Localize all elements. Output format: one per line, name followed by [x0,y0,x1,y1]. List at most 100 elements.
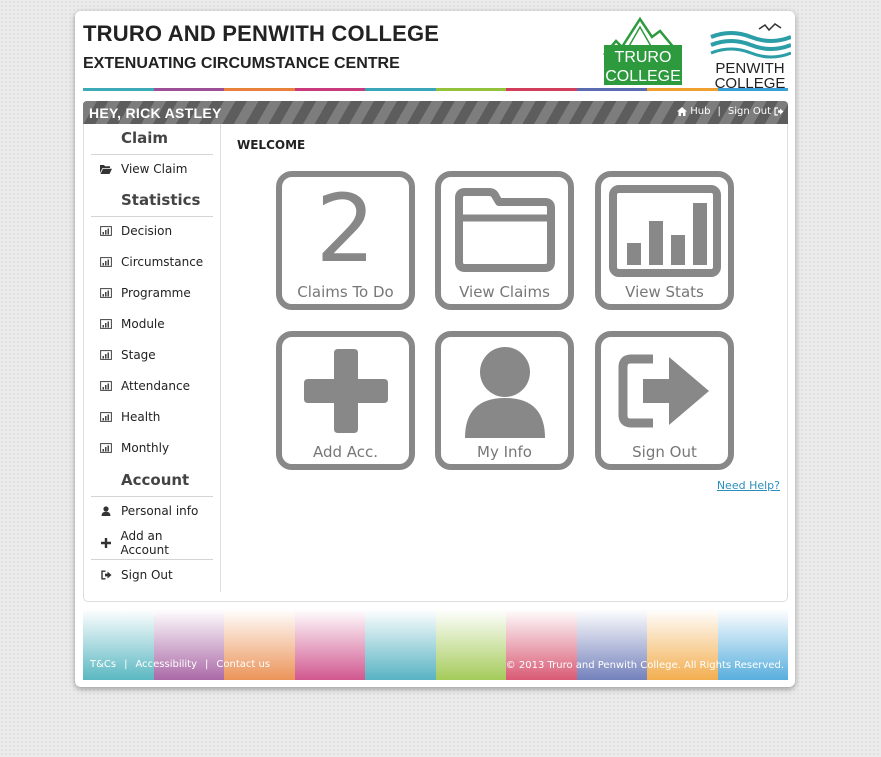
sidebar-item-label: Add an Account [120,529,169,557]
header-signout-label: Sign Out [727,106,771,117]
main-panel: Claim View Claim Statistics Account Pers… [83,124,788,602]
sidebar-item-circumstance[interactable]: Circumstance [91,251,213,273]
sidebar-item-attendance[interactable]: Attendance [91,375,213,397]
sidebar-item-label: Decision [121,224,173,238]
footer-link-terms[interactable]: T&Cs [90,659,116,670]
sidebar-item-label: View Claim [121,162,188,176]
sidebar-item-health[interactable]: Health [91,406,213,428]
sidebar-item-module[interactable]: Module [91,313,213,335]
sidebar-item-personal-info[interactable]: Personal info [91,500,213,522]
tile-label: Add Acc. [312,443,379,461]
sidebar-heading-statistics: Statistics [121,191,201,209]
main-content: WELCOME 2 Claims To Do View Claims View … [221,124,788,601]
stripe-segment [717,88,788,91]
sign-out-icon [774,107,784,116]
sidebar-item-decision[interactable]: Decision [91,220,213,242]
stripe-segment [365,88,436,91]
logo-college-text: COLLEGE [605,68,681,85]
sidebar-item-monthly[interactable]: Monthly [91,437,213,459]
page-container: TRURO AND PENWITH COLLEGE EXTENUATING CI… [75,11,795,687]
stripe-segment [83,88,154,91]
user-icon [91,506,121,516]
sidebar-item-label: Stage [121,348,156,362]
site-subtitle: EXTENUATING CIRCUMSTANCE CENTRE [83,55,400,72]
tile-label: Sign Out [632,443,697,461]
bar-chart-icon [91,288,121,298]
logo-truro-text: TRURO [615,49,672,66]
header-signout-link[interactable]: Sign Out [728,106,784,117]
sidebar-divider [91,559,213,560]
sidebar-item-label: Attendance [121,379,190,393]
stripe-segment [576,88,647,91]
user-bar: HEY, RICK ASTLEY Hub | Sign Out [83,101,788,124]
tile-label: View Claims [459,283,550,301]
sidebar-heading-claim: Claim [121,129,169,147]
view-stats-tile[interactable]: View Stats [595,171,734,310]
bar-chart-icon [91,319,121,329]
sidebar-divider [91,154,213,155]
user-greeting: HEY, RICK ASTLEY [89,105,222,121]
hub-link[interactable]: Hub [677,106,711,117]
stripe-segment [647,88,718,91]
bar-chart-icon [91,381,121,391]
footer-separator: | [205,659,209,670]
folder-icon [454,188,555,272]
footer-color-column [365,609,436,680]
penwith-college-logo[interactable]: PENWITH COLLEGE [709,19,791,89]
folder-open-icon [91,164,121,174]
home-icon [677,107,688,116]
need-help-link[interactable]: Need Help? [717,479,780,492]
sidebar-item-view-claim[interactable]: View Claim [91,158,213,180]
hub-link-label: Hub [690,106,711,117]
plus-icon [303,349,388,433]
bar-chart-icon [608,185,721,277]
footer-links: T&Cs | Accessibility | Contact us [90,659,270,670]
sidebar-item-add-account[interactable]: Add an Account [91,529,213,557]
bar-chart-icon [91,412,121,422]
sidebar-item-stage[interactable]: Stage [91,344,213,366]
sign-out-icon [618,354,709,428]
my-info-tile[interactable]: My Info [435,331,574,470]
sidebar-item-programme[interactable]: Programme [91,282,213,304]
footer-color-column [294,609,365,680]
sidebar-item-label: Monthly [121,441,170,455]
plus-icon [91,538,120,548]
stripe-segment [506,88,577,91]
footer-color-column [435,609,506,680]
sidebar-item-label: Health [121,410,161,424]
view-claims-tile[interactable]: View Claims [435,171,574,310]
header-color-stripe [83,88,788,91]
footer-separator: | [124,659,128,670]
claims-to-do-tile[interactable]: 2 Claims To Do [276,171,415,310]
bar-chart-icon [91,257,121,267]
bar-chart-icon [91,443,121,453]
sign-out-icon [91,570,121,580]
add-account-tile[interactable]: Add Acc. [276,331,415,470]
sidebar-heading-account: Account [121,471,190,489]
sidebar-item-label: Module [121,317,165,331]
welcome-heading: WELCOME [237,138,306,152]
tile-label: Claims To Do [297,283,394,301]
tile-label: View Stats [625,283,704,301]
user-nav: Hub | Sign Out [677,106,784,117]
sidebar-item-label: Sign Out [121,568,173,582]
bar-chart-icon [91,350,121,360]
footer-link-accessibility[interactable]: Accessibility [135,659,197,670]
truro-college-logo[interactable]: TRURO COLLEGE [602,15,684,89]
logo-penwith-college-text: COLLEGE [715,75,786,89]
nav-separator: | [717,106,721,117]
sign-out-tile[interactable]: Sign Out [595,331,734,470]
stripe-segment [435,88,506,91]
sidebar: Claim View Claim Statistics Account Pers… [84,124,221,592]
sidebar-item-label: Circumstance [121,255,204,269]
sidebar-item-label: Programme [121,286,191,300]
claims-to-do-count: 2 [315,175,376,284]
sidebar-item-label: Personal info [121,504,199,518]
tile-label: My Info [477,443,532,461]
sidebar-divider [91,496,213,497]
sidebar-item-sign-out[interactable]: Sign Out [91,564,213,586]
footer-link-contact[interactable]: Contact us [216,659,270,670]
site-title: TRURO AND PENWITH COLLEGE [83,21,440,46]
stripe-segment [224,88,295,91]
stripe-segment [294,88,365,91]
